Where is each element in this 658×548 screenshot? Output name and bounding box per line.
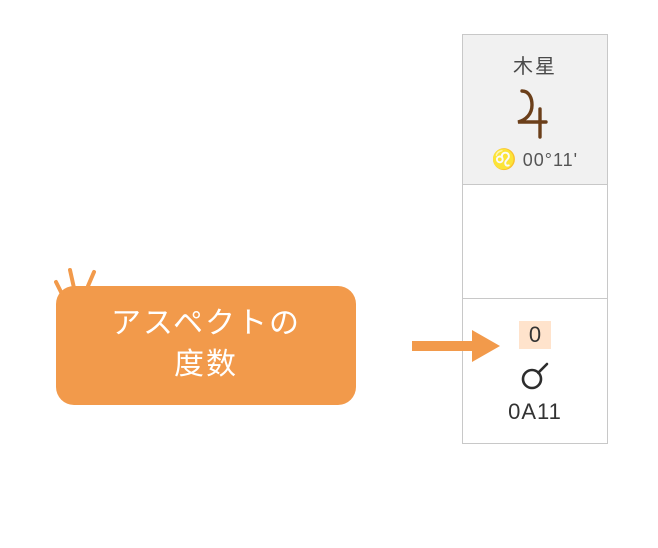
- callout-bubble: アスペクトの 度数: [56, 286, 356, 405]
- planet-header-cell: 木星 ♌ 00°11': [463, 35, 607, 185]
- aspect-degree: 0: [519, 321, 551, 349]
- empty-cell: [463, 185, 607, 299]
- planet-column: 木星 ♌ 00°11' 0 0A11: [462, 34, 608, 444]
- arrow-icon: [412, 328, 502, 369]
- conjunction-icon: [520, 357, 550, 393]
- callout-line1: アスペクトの: [84, 304, 328, 345]
- aspect-code: 0A11: [508, 399, 562, 425]
- planet-name: 木星: [513, 50, 557, 79]
- spark-icon: [54, 262, 100, 307]
- aspect-cell: 0 0A11: [463, 299, 607, 443]
- leo-icon: ♌: [492, 147, 517, 172]
- jupiter-icon: [515, 85, 555, 141]
- planet-degrees: 00°11': [523, 150, 578, 171]
- planet-position: ♌ 00°11': [492, 147, 578, 172]
- callout-line2: 度数: [84, 345, 328, 386]
- callout: アスペクトの 度数: [56, 286, 356, 405]
